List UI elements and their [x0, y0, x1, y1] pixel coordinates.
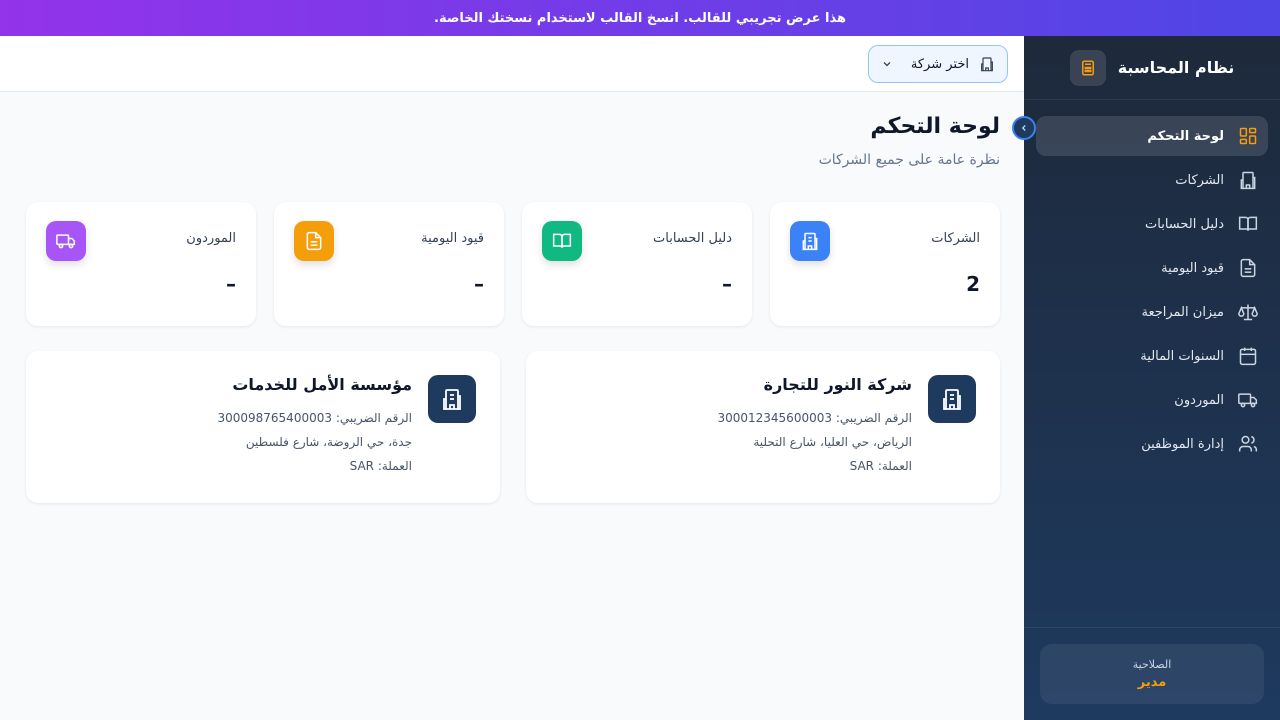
- sidebar-item-dashboard[interactable]: لوحة التحكم: [1036, 116, 1268, 156]
- company-tax-number: الرقم الضريبي: 300098765400003: [217, 411, 412, 425]
- stat-value: –: [226, 272, 236, 296]
- stat-card-journal-entries[interactable]: قيود اليومية –: [274, 202, 504, 326]
- stat-label: قيود اليومية: [421, 231, 484, 246]
- page-title: لوحة التحكم: [870, 114, 1000, 139]
- sidebar-item-label: الشركات: [1175, 172, 1224, 188]
- demo-banner: هذا عرض تجريبي للقالب. انسخ القالب لاستخ…: [0, 0, 1280, 36]
- sidebar-item-fiscal-years[interactable]: السنوات المالية: [1036, 336, 1268, 376]
- book-icon: [542, 221, 582, 261]
- role-label: الصلاحية: [1132, 658, 1172, 671]
- building-icon: [1240, 171, 1256, 190]
- sidebar-item-label: قيود اليومية: [1161, 260, 1224, 276]
- sidebar-item-companies[interactable]: الشركات: [1036, 160, 1268, 200]
- stat-label: الموردون: [186, 231, 236, 246]
- sidebar-item-label: الموردون: [1174, 392, 1224, 408]
- sidebar-nav: لوحة التحكم الشركات دليل الحسابات قيود ا…: [1024, 100, 1280, 484]
- sidebar-item-label: لوحة التحكم: [1147, 128, 1224, 144]
- brand: نظام المحاسبة: [1024, 36, 1280, 100]
- sidebar-item-trial-balance[interactable]: ميزان المراجعة: [1036, 292, 1268, 332]
- stat-card-chart-of-accounts[interactable]: دليل الحسابات –: [522, 202, 752, 326]
- company-select[interactable]: اختر شركة: [868, 45, 1008, 83]
- sidebar-item-label: السنوات المالية: [1140, 348, 1224, 364]
- stat-value: –: [722, 272, 732, 296]
- company-name: مؤسسة الأمل للخدمات: [232, 375, 412, 394]
- document-icon: [1240, 258, 1256, 278]
- building-icon: [428, 375, 476, 423]
- sidebar-item-chart-of-accounts[interactable]: دليل الحسابات: [1036, 204, 1268, 244]
- users-icon: [1238, 435, 1258, 452]
- demo-banner-text: هذا عرض تجريبي للقالب. انسخ القالب لاستخ…: [434, 10, 846, 26]
- company-address: الرياض، حي العليا، شارع التحلية: [753, 435, 912, 449]
- document-icon: [294, 221, 334, 261]
- sidebar-item-suppliers[interactable]: الموردون: [1036, 380, 1268, 420]
- sidebar-item-label: إدارة الموظفين: [1141, 436, 1224, 452]
- company-card[interactable]: مؤسسة الأمل للخدمات الرقم الضريبي: 30009…: [26, 351, 500, 503]
- company-address: جدة، حي الروضة، شارع فلسطين: [245, 435, 412, 449]
- top-bar: اختر شركة: [0, 36, 1024, 92]
- sidebar-item-label: ميزان المراجعة: [1141, 304, 1224, 320]
- company-name: شركة النور للتجارة: [763, 375, 912, 394]
- brand-title: نظام المحاسبة: [1117, 58, 1235, 77]
- stat-label: دليل الحسابات: [653, 231, 732, 246]
- chevron-down-icon: [883, 62, 891, 67]
- building-icon: [790, 221, 830, 261]
- stat-card-suppliers[interactable]: الموردون –: [26, 202, 256, 326]
- building-icon: [981, 57, 993, 72]
- calculator-icon: [1069, 49, 1106, 86]
- companies-row: شركة النور للتجارة الرقم الضريبي: 300012…: [24, 351, 1000, 503]
- page-subtitle: نظرة عامة على جميع الشركات: [818, 152, 1000, 168]
- stats-row: الشركات 2 دليل الحسابات – قيود اليومية –…: [24, 202, 1000, 326]
- stat-label: الشركات: [931, 231, 980, 246]
- role-box: الصلاحية مدير: [1040, 644, 1264, 704]
- stat-value: 2: [966, 272, 980, 296]
- main-content: لوحة التحكم نظرة عامة على جميع الشركات ا…: [0, 92, 1024, 720]
- sidebar-item-journal-entries[interactable]: قيود اليومية: [1036, 248, 1268, 288]
- truck-icon: [46, 221, 86, 261]
- company-currency: العملة: SAR: [349, 459, 412, 473]
- scale-icon: [1238, 304, 1258, 321]
- stat-value: –: [474, 272, 484, 296]
- stat-card-companies[interactable]: الشركات 2: [770, 202, 1000, 326]
- book-icon: [1238, 216, 1258, 231]
- dashboard-icon: [1239, 127, 1257, 145]
- sidebar-divider: [1024, 627, 1280, 628]
- role-value: مدير: [1137, 675, 1167, 690]
- calendar-icon: [1239, 347, 1257, 366]
- company-tax-number: الرقم الضريبي: 300012345600003: [717, 411, 912, 425]
- company-card[interactable]: شركة النور للتجارة الرقم الضريبي: 300012…: [526, 351, 1000, 503]
- building-icon: [928, 375, 976, 423]
- sidebar: نظام المحاسبة لوحة التحكم الشركات دليل ا…: [1012, 36, 1280, 720]
- sidebar-item-label: دليل الحسابات: [1145, 216, 1224, 232]
- company-select-label: اختر شركة: [910, 56, 969, 72]
- sidebar-item-employees[interactable]: إدارة الموظفين: [1036, 424, 1268, 464]
- truck-icon: [1238, 393, 1258, 408]
- company-currency: العملة: SAR: [849, 459, 912, 473]
